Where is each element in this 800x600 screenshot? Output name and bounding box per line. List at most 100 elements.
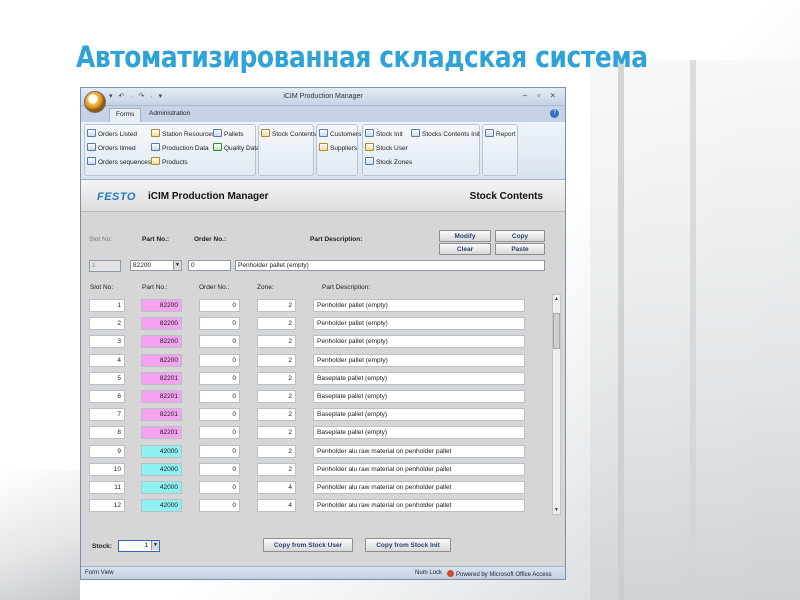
slot-cell[interactable]: 1: [89, 299, 125, 312]
order-field[interactable]: 0: [188, 260, 231, 271]
part-cell[interactable]: 82201: [141, 408, 182, 422]
table-row[interactable]: 1 82200 0 2 Penholder pallet (empty): [81, 297, 551, 315]
table-row[interactable]: 9 42000 0 2 Penholder alu raw material on pe…: [81, 443, 551, 461]
order-cell[interactable]: 0: [199, 317, 240, 331]
stock-combo[interactable]: 1 ▼: [118, 540, 160, 552]
part-cell[interactable]: 82200: [141, 353, 182, 367]
scroll-thumb[interactable]: [553, 313, 560, 349]
part-cell[interactable]: 82200: [141, 335, 182, 349]
table-row[interactable]: 8 82201 0 2 Baseplate pallet (empty): [81, 424, 551, 442]
zone-cell[interactable]: 4: [257, 499, 296, 513]
slot-cell[interactable]: 2: [89, 317, 125, 331]
table-row[interactable]: 11 42000 0 4 Penholder alu raw material on p…: [81, 479, 551, 497]
copy-from-stock-init-button[interactable]: Copy from Stock Init: [365, 538, 451, 552]
production-data-button[interactable]: Production Data: [151, 143, 209, 155]
order-cell[interactable]: 0: [199, 481, 240, 494]
zone-cell[interactable]: 2: [257, 371, 296, 385]
description-cell[interactable]: Penholder pallet (empty): [313, 353, 525, 367]
part-cell[interactable]: 42000: [141, 444, 182, 458]
table-row[interactable]: 12 42000 0 4 Penholder alu raw material on p…: [81, 497, 551, 515]
tab-administration[interactable]: Administration: [143, 108, 196, 122]
description-field[interactable]: Penholder pallet (empty): [235, 260, 545, 271]
zone-cell[interactable]: 2: [257, 462, 296, 476]
slot-cell[interactable]: 8: [89, 426, 125, 440]
table-row[interactable]: 5 82201 0 2 Baseplate pallet (empty): [81, 370, 551, 388]
customers-button[interactable]: Customers: [319, 129, 361, 141]
slot-cell[interactable]: 12: [89, 499, 125, 513]
help-icon[interactable]: ?: [550, 109, 559, 118]
part-cell[interactable]: 82201: [141, 426, 182, 440]
order-cell[interactable]: 0: [199, 426, 240, 440]
part-cell[interactable]: 42000: [141, 481, 182, 494]
part-combo[interactable]: 82200 ▼: [130, 260, 182, 271]
slot-cell[interactable]: 3: [89, 335, 125, 349]
table-row[interactable]: 6 82201 0 2 Baseplate pallet (empty): [81, 388, 551, 406]
order-cell[interactable]: 0: [199, 299, 240, 312]
stock-zones-button[interactable]: Stock Zones: [365, 157, 412, 169]
zone-cell[interactable]: 2: [257, 317, 296, 331]
description-cell[interactable]: Penholder pallet (empty): [313, 317, 525, 331]
table-row[interactable]: 7 82201 0 2 Baseplate pallet (empty): [81, 406, 551, 424]
table-row[interactable]: 4 82200 0 2 Penholder pallet (empty): [81, 352, 551, 370]
scroll-down-icon[interactable]: ▼: [553, 506, 560, 514]
chevron-down-icon[interactable]: ▼: [173, 261, 181, 270]
order-cell[interactable]: 0: [199, 335, 240, 349]
report-button[interactable]: Report: [485, 129, 516, 141]
slot-cell[interactable]: 11: [89, 481, 125, 494]
station-resources-button[interactable]: Station Resources: [151, 129, 215, 141]
description-cell[interactable]: Baseplate pallet (empty): [313, 426, 525, 440]
window-controls[interactable]: – ▫ ×: [523, 91, 559, 100]
tab-forms[interactable]: Forms: [109, 108, 142, 122]
pallets-button[interactable]: Pallets: [213, 129, 244, 141]
scroll-up-icon[interactable]: ▲: [553, 295, 560, 303]
description-cell[interactable]: Penholder alu raw material on penholder …: [313, 499, 525, 513]
description-cell[interactable]: Penholder alu raw material on penholder …: [313, 444, 525, 458]
table-row[interactable]: 10 42000 0 2 Penholder alu raw material on p…: [81, 461, 551, 479]
zone-cell[interactable]: 2: [257, 426, 296, 440]
part-cell[interactable]: 82201: [141, 390, 182, 403]
suppliers-button[interactable]: Suppliers: [319, 143, 357, 155]
part-cell[interactable]: 82201: [141, 371, 182, 385]
order-cell[interactable]: 0: [199, 408, 240, 422]
slot-cell[interactable]: 6: [89, 390, 125, 403]
copy-from-stock-user-button[interactable]: Copy from Stock User: [263, 538, 353, 552]
copy-button[interactable]: Copy: [495, 230, 545, 242]
modify-button[interactable]: Modify: [439, 230, 491, 242]
stocks-contents-init-button[interactable]: Stocks Contents Init: [411, 129, 480, 141]
slot-field[interactable]: 1: [89, 260, 121, 272]
slot-cell[interactable]: 5: [89, 371, 125, 385]
order-cell[interactable]: 0: [199, 390, 240, 403]
order-cell[interactable]: 0: [199, 353, 240, 367]
order-cell[interactable]: 0: [199, 499, 240, 513]
orders-sequences-button[interactable]: Orders sequences: [87, 157, 151, 169]
office-button-icon[interactable]: [84, 91, 106, 113]
part-cell[interactable]: 82200: [141, 317, 182, 331]
products-button[interactable]: Products: [151, 157, 188, 169]
order-cell[interactable]: 0: [199, 462, 240, 476]
stock-user-button[interactable]: Stock User: [365, 143, 408, 155]
clear-button[interactable]: Clear: [439, 243, 491, 255]
description-cell[interactable]: Penholder alu raw material on penholder …: [313, 481, 525, 494]
orders-timed-button[interactable]: Orders timed: [87, 143, 136, 155]
slot-cell[interactable]: 7: [89, 408, 125, 422]
quality-data-button[interactable]: Quality Data: [213, 143, 260, 155]
part-cell[interactable]: 82200: [141, 299, 182, 312]
zone-cell[interactable]: 2: [257, 390, 296, 403]
slot-cell[interactable]: 4: [89, 353, 125, 367]
zone-cell[interactable]: 2: [257, 408, 296, 422]
zone-cell[interactable]: 2: [257, 444, 296, 458]
zone-cell[interactable]: 2: [257, 299, 296, 312]
table-row[interactable]: 2 82200 0 2 Penholder pallet (empty): [81, 315, 551, 333]
chevron-down-icon[interactable]: ▼: [151, 541, 159, 550]
description-cell[interactable]: Baseplate pallet (empty): [313, 408, 525, 422]
description-cell[interactable]: Penholder pallet (empty): [313, 335, 525, 349]
zone-cell[interactable]: 2: [257, 353, 296, 367]
order-cell[interactable]: 0: [199, 444, 240, 458]
description-cell[interactable]: Penholder pallet (empty): [313, 299, 525, 312]
part-cell[interactable]: 42000: [141, 462, 182, 476]
slot-cell[interactable]: 10: [89, 462, 125, 476]
orders-listed-button[interactable]: Orders Listed: [87, 129, 137, 141]
order-cell[interactable]: 0: [199, 371, 240, 385]
part-cell[interactable]: 42000: [141, 499, 182, 513]
paste-button[interactable]: Paste: [495, 243, 545, 255]
